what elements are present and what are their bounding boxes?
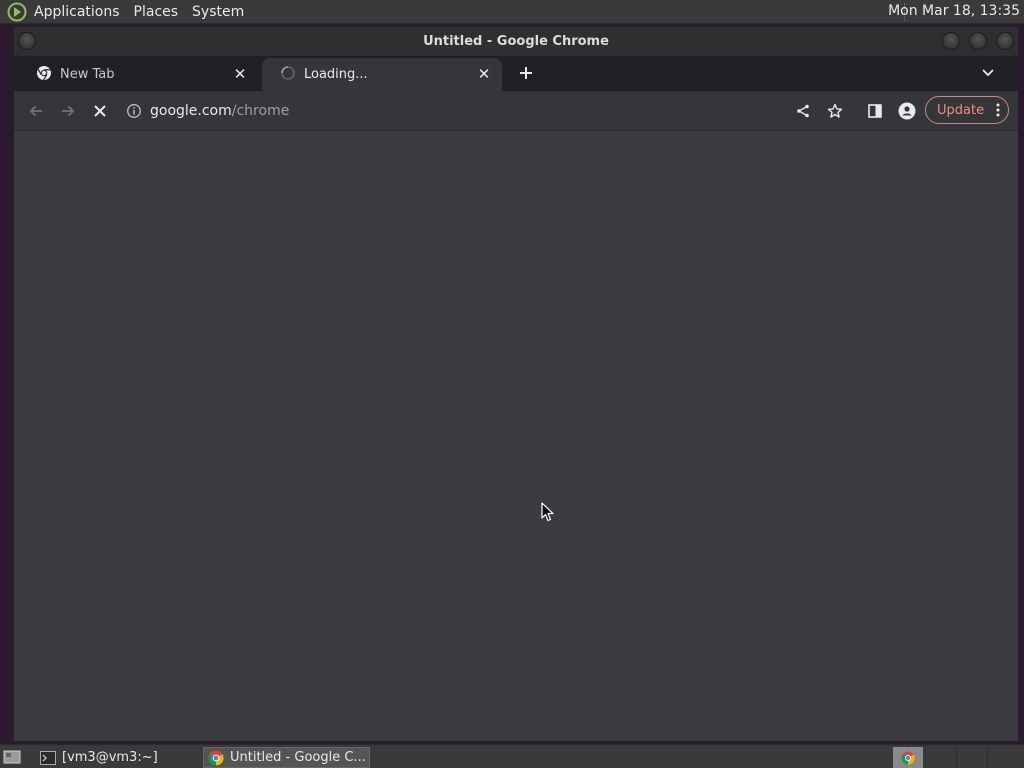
close-icon[interactable]: ✕ [232, 66, 248, 82]
window-title: Untitled - Google Chrome [423, 34, 609, 49]
tab-title: New Tab [60, 67, 115, 82]
url-host: google.com [150, 102, 232, 119]
taskbar-item-chrome[interactable]: Untitled - Google C... [203, 747, 370, 768]
maximize-button[interactable] [969, 32, 987, 50]
taskbar-item-label: [vm3@vm3:~] [62, 750, 158, 765]
stop-loading-button[interactable] [88, 99, 112, 123]
plus-icon [520, 67, 532, 79]
chrome-icon [901, 750, 915, 765]
share-icon [797, 104, 809, 118]
tab-loading[interactable]: Loading... ✕ [262, 58, 502, 91]
minimize-button[interactable] [942, 32, 960, 50]
places-menu[interactable]: Places [134, 4, 179, 20]
window-titlebar[interactable]: Untitled - Google Chrome [14, 27, 1018, 56]
address-bar[interactable]: google.com/chrome [122, 95, 822, 126]
info-icon[interactable] [126, 103, 142, 119]
new-tab-button[interactable] [514, 61, 538, 85]
workspace-2[interactable] [925, 747, 955, 768]
share-button[interactable] [791, 99, 815, 123]
profile-button[interactable] [895, 99, 919, 123]
close-window-button[interactable] [996, 32, 1014, 50]
bottom-taskbar: [vm3@vm3:~] Untitled - Google C... [0, 744, 1024, 768]
side-panel-button[interactable] [863, 99, 887, 123]
update-label: Update [937, 102, 985, 118]
close-icon [94, 105, 106, 117]
close-icon[interactable]: ✕ [476, 66, 492, 82]
chevron-down-icon [982, 69, 994, 77]
workspace-4[interactable] [987, 747, 1017, 768]
show-desktop-button[interactable] [2, 748, 22, 766]
arrow-right-icon [62, 105, 75, 117]
window-menu-button[interactable] [18, 32, 36, 50]
workspace-3[interactable] [956, 747, 986, 768]
arrow-left-icon [29, 105, 42, 117]
workspace-switcher-active[interactable] [893, 747, 923, 768]
side-panel-icon [868, 104, 882, 118]
back-button[interactable] [24, 99, 48, 123]
url-path: /chrome [231, 102, 290, 119]
chrome-icon [36, 65, 52, 85]
forward-button[interactable] [56, 99, 80, 123]
taskbar-item-label: Untitled - Google C... [230, 750, 366, 765]
star-icon [827, 103, 843, 118]
update-button[interactable]: Update [925, 96, 1009, 124]
desktop-icon [3, 750, 21, 764]
loading-spinner-icon [280, 65, 296, 85]
tab-title: Loading... [304, 67, 368, 82]
tab-strip: New Tab ✕ Loading... ✕ [14, 56, 1018, 91]
kebab-menu-icon[interactable] [996, 103, 1000, 121]
tab-search-button[interactable] [978, 63, 998, 83]
applications-menu[interactable]: Applications [34, 4, 120, 20]
avatar-icon [898, 102, 916, 120]
distro-logo-icon[interactable] [6, 2, 28, 22]
mouse-cursor-icon [541, 502, 555, 526]
taskbar-item-terminal[interactable]: [vm3@vm3:~] [36, 747, 200, 768]
chrome-window: Untitled - Google Chrome New Tab ✕ Loadi… [13, 26, 1019, 742]
page-content[interactable] [14, 131, 1018, 741]
top-panel: Applications Places System Mon Mar 18, 1… [0, 0, 1024, 24]
terminal-icon [40, 750, 56, 765]
panel-clock[interactable]: Mon Mar 18, 13:35 [888, 3, 1020, 19]
tab-new-tab[interactable]: New Tab ✕ [18, 58, 258, 91]
chrome-icon [208, 750, 224, 766]
system-menu[interactable]: System [192, 4, 244, 20]
bookmark-button[interactable] [823, 99, 847, 123]
browser-toolbar: google.com/chrome Update [14, 91, 1018, 131]
